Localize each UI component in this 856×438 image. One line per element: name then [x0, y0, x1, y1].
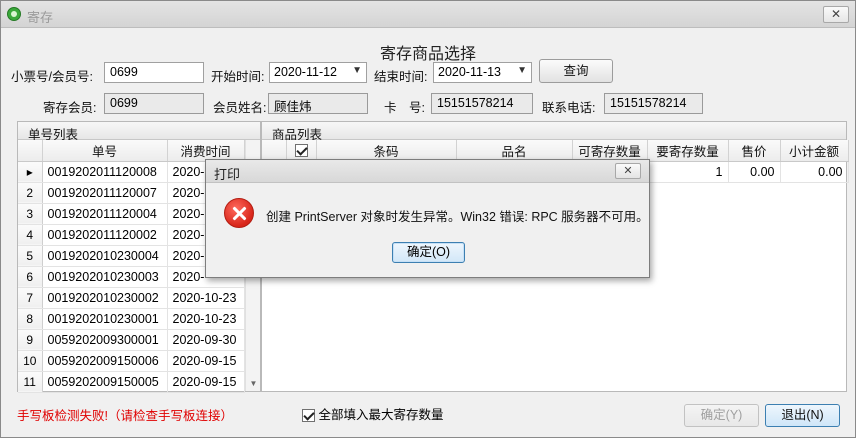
card-field: 15151578214	[431, 93, 533, 114]
chevron-down-icon[interactable]: ▼	[352, 65, 362, 76]
phone-field: 15151578214	[604, 93, 703, 114]
order-row[interactable]: 10 0059202009150006 2020-09-15	[18, 350, 245, 372]
goods-list-title: 商品列表	[262, 122, 846, 142]
member-field: 0699	[104, 93, 204, 114]
col-subtotal[interactable]: 小计金额	[780, 140, 849, 162]
fill-max-label: 全部填入最大寄存数量	[318, 408, 444, 422]
order-no-cell[interactable]: 0059202009300001	[42, 329, 168, 351]
form-title: 寄存商品选择	[379, 46, 476, 63]
checkbox-icon[interactable]	[294, 144, 308, 158]
order-no-cell[interactable]: 0059202009150006	[42, 350, 168, 372]
order-row[interactable]: 11 0059202009150005 2020-09-15	[18, 371, 245, 393]
row-number: 3	[18, 203, 43, 225]
dialog-title-bar: 打印 ✕	[206, 160, 649, 183]
fill-max-checkbox[interactable]	[302, 409, 315, 423]
order-no-cell[interactable]: 0019202011120002	[42, 224, 168, 246]
dialog-close-button[interactable]: ✕	[615, 163, 641, 179]
row-number: 4	[18, 224, 43, 246]
order-row[interactable]: 9 0059202009300001 2020-09-30	[18, 329, 245, 351]
end-date-picker[interactable]: 2020-11-13 ▼	[433, 62, 532, 83]
order-no-cell[interactable]: 0059202009150005	[42, 371, 168, 393]
col-order-no[interactable]: 单号	[42, 140, 168, 162]
start-date-picker[interactable]: 2020-11-12 ▼	[269, 62, 367, 83]
row-number-header	[18, 140, 43, 162]
card-label: 卡 号:	[384, 101, 425, 115]
consume-time-cell[interactable]: 2020-09-30	[167, 329, 245, 351]
order-no-cell[interactable]: 0019202011120004	[42, 203, 168, 225]
phone-label: 联系电话:	[542, 101, 596, 115]
row-number: 5	[18, 245, 43, 267]
order-row[interactable]: 7 0019202010230002 2020-10-23	[18, 287, 245, 309]
order-no-cell[interactable]: 0019202010230002	[42, 287, 168, 309]
error-x-icon	[224, 198, 254, 228]
col-product-name[interactable]: 品名	[456, 140, 573, 162]
consume-time-cell[interactable]: 2020-10-23	[167, 287, 245, 309]
row-number: 9	[18, 329, 43, 351]
start-date-value: 2020-11-12	[274, 65, 338, 79]
member-name-label: 会员姓名:	[213, 101, 267, 115]
fill-max-option[interactable]: 全部填入最大寄存数量	[302, 404, 444, 423]
row-number: 6	[18, 266, 43, 288]
member-name-field: 顾佳炜	[268, 93, 368, 114]
col-price[interactable]: 售价	[728, 140, 781, 162]
end-date-value: 2020-11-13	[438, 65, 502, 79]
order-no-cell[interactable]: 0019202010230004	[42, 245, 168, 267]
col-deposit-qty[interactable]: 要寄存数量	[647, 140, 729, 162]
confirm-button[interactable]: 确定(Y)	[684, 404, 759, 427]
window-title: 寄存	[27, 10, 54, 25]
col-consume-time[interactable]: 消费时间	[167, 140, 245, 162]
chevron-down-icon[interactable]: ▼	[246, 376, 261, 391]
deposit-qty-cell[interactable]: 1	[647, 161, 729, 183]
title-bar: 寄存 ✕	[1, 1, 855, 28]
dialog-message: 创建 PrintServer 对象时发生异常。Win32 错误: RPC 服务器…	[266, 210, 649, 224]
member-label: 寄存会员:	[43, 101, 97, 115]
col-available-qty[interactable]: 可寄存数量	[572, 140, 648, 162]
order-list-title: 单号列表	[18, 122, 260, 142]
ticket-label: 小票号/会员号:	[11, 70, 93, 84]
consume-time-cell[interactable]: 2020-09-15	[167, 350, 245, 372]
tablet-warning: 手写板检测失败!（请检查手写板连接）	[17, 409, 233, 423]
row-number: 2	[18, 182, 43, 204]
order-no-cell[interactable]: 0019202011120007	[42, 182, 168, 204]
app-logo-icon	[7, 7, 21, 21]
order-no-cell[interactable]: 0019202010230001	[42, 308, 168, 330]
consume-time-cell[interactable]: 2020-09-15	[167, 371, 245, 393]
select-all-checkbox[interactable]	[286, 140, 317, 162]
consume-time-cell[interactable]: 2020-10-23	[167, 308, 245, 330]
exit-button[interactable]: 退出(N)	[765, 404, 840, 427]
current-row-indicator: ▸	[18, 161, 43, 183]
subtotal-cell[interactable]: 0.00	[780, 161, 849, 183]
row-number: 8	[18, 308, 43, 330]
row-number: 7	[18, 287, 43, 309]
start-time-label: 开始时间:	[211, 70, 265, 84]
price-cell[interactable]: 0.00	[728, 161, 781, 183]
row-number-header	[262, 140, 287, 162]
order-row[interactable]: 8 0019202010230001 2020-10-23	[18, 308, 245, 330]
chevron-down-icon[interactable]: ▼	[517, 65, 527, 76]
query-button[interactable]: 查询	[539, 59, 613, 83]
row-number: 10	[18, 350, 43, 372]
window-close-button[interactable]: ✕	[823, 6, 849, 23]
col-barcode[interactable]: 条码	[316, 140, 457, 162]
print-error-dialog: 打印 ✕ 创建 PrintServer 对象时发生异常。Win32 错误: RP…	[205, 159, 650, 278]
order-no-cell[interactable]: 0019202011120008	[42, 161, 168, 183]
order-no-cell[interactable]: 0019202010230003	[42, 266, 168, 288]
dialog-title: 打印	[214, 167, 241, 182]
ticket-input[interactable]: 0699	[104, 62, 204, 83]
dialog-ok-button[interactable]: 确定(O)	[392, 242, 465, 263]
end-time-label: 结束时间:	[374, 70, 428, 84]
row-number: 11	[18, 371, 43, 393]
